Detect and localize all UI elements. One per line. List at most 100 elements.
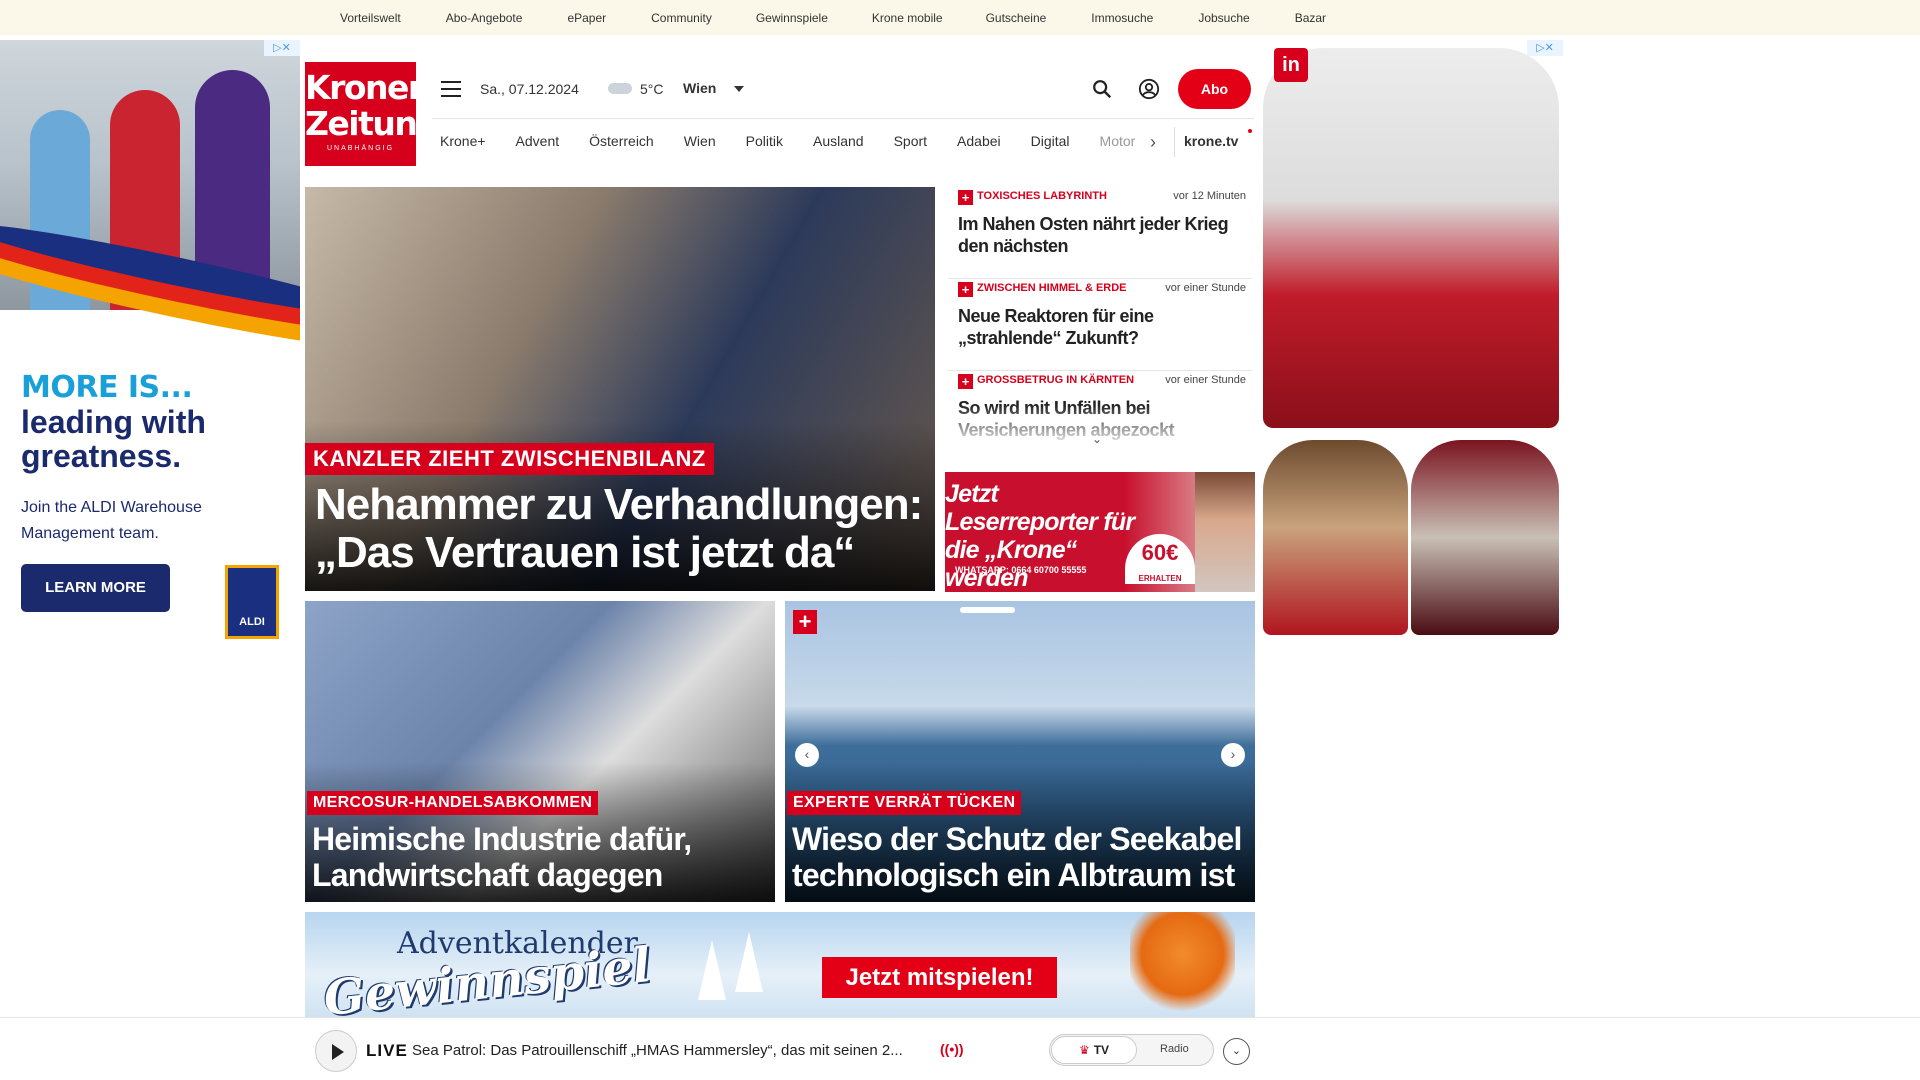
- krone-plus-icon: +: [958, 374, 973, 389]
- news-title[interactable]: Neue Reaktoren für eine „strahlende“ Zuk…: [958, 305, 1248, 349]
- tile-kicker: MERCOSUR-HANDELSABKOMMEN: [307, 791, 599, 815]
- tree-icon: [735, 932, 763, 992]
- live-label: LIVE: [366, 1041, 408, 1060]
- tile-headline[interactable]: Heimische Industrie dafür, Landwirtschaf…: [312, 821, 772, 893]
- header-date: Sa., 07.12.2024: [480, 81, 579, 97]
- hero-kicker: KANZLER ZIEHT ZWISCHENBILANZ: [305, 443, 714, 475]
- nav-item-advent[interactable]: Advent: [516, 133, 560, 149]
- article-tile-mercosur[interactable]: MERCOSUR-HANDELSABKOMMEN Heimische Indus…: [305, 601, 775, 902]
- ad-lead-text: leading with greatness.: [21, 404, 206, 474]
- nav-item-krone-plus[interactable]: Krone+: [440, 133, 486, 149]
- aldi-logo: ALDI: [225, 565, 279, 639]
- tile-kicker: EXPERTE VERRÄT TÜCKEN: [787, 791, 1022, 815]
- utility-link-community[interactable]: Community: [651, 11, 712, 25]
- krone-plus-icon: +: [793, 610, 817, 634]
- user-account-icon[interactable]: [1138, 78, 1160, 100]
- ad-choices-icon[interactable]: ▷✕: [1527, 40, 1563, 56]
- radio-tab[interactable]: Radio: [1160, 1043, 1189, 1055]
- nav-item-sport[interactable]: Sport: [894, 133, 927, 149]
- utility-link-bazar[interactable]: Bazar: [1295, 11, 1326, 25]
- news-title[interactable]: Im Nahen Osten nährt jeder Krieg den näc…: [958, 213, 1248, 257]
- city-selector[interactable]: Wien: [683, 80, 716, 96]
- promo-amount-note: ERHALTEN: [1138, 574, 1182, 583]
- ad-right-sweaters[interactable]: in: [1263, 40, 1559, 640]
- promo-badge: 60€ ERHALTEN: [1125, 534, 1195, 584]
- nav-item-wien[interactable]: Wien: [684, 133, 716, 149]
- utility-link-gutscheine[interactable]: Gutscheine: [986, 11, 1047, 25]
- promo-title: Jetzt Leserreporter für die „Krone“ werd…: [945, 480, 1135, 592]
- krone-plus-icon: +: [958, 190, 973, 205]
- search-icon[interactable]: [1091, 78, 1113, 100]
- logo-line-1: Kronen: [305, 68, 431, 107]
- hero-headline[interactable]: Nehammer zu Verhandlungen: „Das Vertraue…: [315, 481, 925, 577]
- tile-headline[interactable]: Wieso der Schutz der Seekabel technologi…: [792, 821, 1252, 893]
- aldi-logo-text: ALDI: [239, 616, 265, 628]
- news-item[interactable]: + ZWISCHEN HIMMEL & ERDE vor einer Stund…: [948, 279, 1252, 371]
- nav-item-digital[interactable]: Digital: [1031, 133, 1070, 149]
- logo-tagline: UNABHÄNGIG: [326, 145, 395, 152]
- utility-link-krone-mobile[interactable]: Krone mobile: [872, 11, 943, 25]
- nav-item-ausland[interactable]: Ausland: [813, 133, 864, 149]
- chevron-down-icon[interactable]: ⌄: [1092, 432, 1102, 446]
- news-category: GROSSBETRUG IN KÄRNTEN: [977, 374, 1135, 386]
- nav-item-adabei[interactable]: Adabei: [957, 133, 1001, 149]
- leserreporter-banner[interactable]: Jetzt Leserreporter für die „Krone“ werd…: [945, 472, 1255, 592]
- utility-link-immosuche[interactable]: Immosuche: [1091, 11, 1153, 25]
- advent-banner[interactable]: Adventkalender Gewinnspiel Jetzt mitspie…: [305, 912, 1255, 1017]
- news-time: vor einer Stunde: [1165, 282, 1246, 294]
- utility-link-abo-angebote[interactable]: Abo-Angebote: [446, 11, 523, 25]
- broadcast-icon: ((•)): [940, 1041, 964, 1057]
- cloud-icon: [608, 83, 632, 94]
- nav-scroll-right-icon[interactable]: ›: [1150, 132, 1156, 153]
- live-now-playing[interactable]: Sea Patrol: Das Patrouillenschiff „HMAS …: [412, 1042, 903, 1059]
- abo-button[interactable]: Abo: [1178, 69, 1251, 109]
- ad-hoodie-reindeer: [1263, 440, 1408, 635]
- utility-link-jobsuche[interactable]: Jobsuche: [1198, 11, 1249, 25]
- promo-photo: [1195, 472, 1255, 592]
- news-category: ZWISCHEN HIMMEL & ERDE: [977, 282, 1127, 294]
- utility-links: Vorteilswelt Abo-Angebote ePaper Communi…: [340, 11, 1326, 25]
- advent-play-button[interactable]: Jetzt mitspielen!: [822, 957, 1057, 998]
- top-utility-bar: Vorteilswelt Abo-Angebote ePaper Communi…: [0, 0, 1920, 35]
- tree-icon: [698, 940, 726, 1000]
- utility-link-vorteilswelt[interactable]: Vorteilswelt: [340, 11, 401, 25]
- nav-item-krone-tv[interactable]: krone.tv: [1184, 133, 1238, 149]
- chevron-down-icon[interactable]: [734, 86, 744, 92]
- tv-radio-toggle[interactable]: ♛ TV Radio: [1049, 1034, 1214, 1066]
- news-item[interactable]: + TOXISCHES LABYRINTH vor 12 Minuten Im …: [948, 187, 1252, 279]
- article-tile-seekabel[interactable]: + ‹ › EXPERTE VERRÄT TÜCKEN Wieso der Sc…: [785, 601, 1255, 902]
- ad-learn-more-button[interactable]: LEARN MORE: [21, 564, 170, 612]
- nav-items: Krone+ Advent Österreich Wien Politik Au…: [440, 133, 1165, 149]
- play-icon[interactable]: [315, 1030, 357, 1072]
- carousel-indicator: [960, 607, 1015, 613]
- ad-choices-icon[interactable]: ▷✕: [264, 40, 300, 56]
- ad-sweater-image: [1263, 48, 1559, 428]
- ad-left-aldi[interactable]: MORE IS... leading with greatness. Join …: [0, 40, 300, 640]
- news-time: vor 12 Minuten: [1173, 190, 1246, 202]
- nav-item-politik[interactable]: Politik: [746, 133, 783, 149]
- nav-item-motor[interactable]: Motor: [1100, 133, 1136, 149]
- header-temperature: 5°C: [640, 81, 664, 97]
- promo-whatsapp: WHATSAPP: 0664 60700 55555: [955, 565, 1087, 575]
- krone-logo[interactable]: Kronen Zeitung UNABHÄNGIG: [305, 62, 440, 166]
- news-category: TOXISCHES LABYRINTH: [977, 190, 1107, 202]
- ad-hoodie-santa: [1411, 440, 1559, 635]
- tv-tab[interactable]: ♛ TV: [1051, 1036, 1137, 1064]
- ad-join-text: Join the ALDI Warehouse Management team.: [21, 499, 202, 542]
- chevron-down-icon[interactable]: ⌄: [1223, 1038, 1250, 1065]
- krone-plus-icon: +: [958, 282, 973, 297]
- fox-mascot: [1130, 912, 1235, 1017]
- tv-tab-label: TV: [1093, 1043, 1110, 1057]
- utility-link-gewinnspiele[interactable]: Gewinnspiele: [756, 11, 828, 25]
- nav-divider: [1174, 127, 1175, 157]
- utility-link-epaper[interactable]: ePaper: [567, 11, 606, 25]
- logo-line-2: Zeitung: [305, 104, 440, 143]
- nav-item-oesterreich[interactable]: Österreich: [589, 133, 654, 149]
- hero-article[interactable]: KANZLER ZIEHT ZWISCHENBILANZ Nehammer zu…: [305, 187, 935, 591]
- ad-brand-icon: in: [1274, 48, 1308, 82]
- promo-amount: 60€: [1141, 540, 1179, 565]
- live-player-bar: LIVE Sea Patrol: Das Patrouillenschiff „…: [0, 1017, 1920, 1080]
- live-dot-indicator: [1248, 129, 1252, 133]
- menu-icon[interactable]: [441, 81, 461, 97]
- news-time: vor einer Stunde: [1165, 374, 1246, 386]
